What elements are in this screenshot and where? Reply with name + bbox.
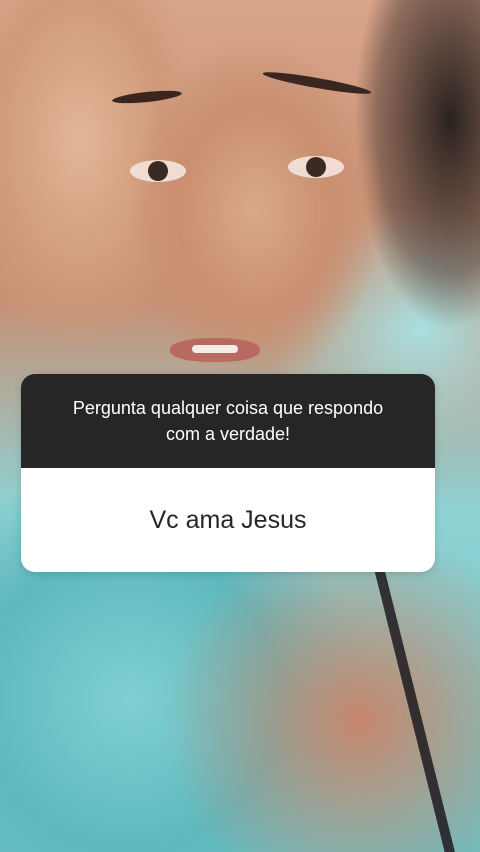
left-eyebrow [111,88,183,106]
left-eye [130,160,186,182]
question-sticker[interactable]: Pergunta qualquer coisa que respondo com… [21,374,435,572]
question-answer: Vc ama Jesus [21,468,435,572]
story-view[interactable]: Pergunta qualquer coisa que respondo com… [0,0,480,852]
mouth [170,338,260,362]
question-prompt: Pergunta qualquer coisa que respondo com… [21,374,435,468]
strap [374,558,480,852]
right-eye [288,156,344,178]
right-eyebrow [261,68,373,98]
